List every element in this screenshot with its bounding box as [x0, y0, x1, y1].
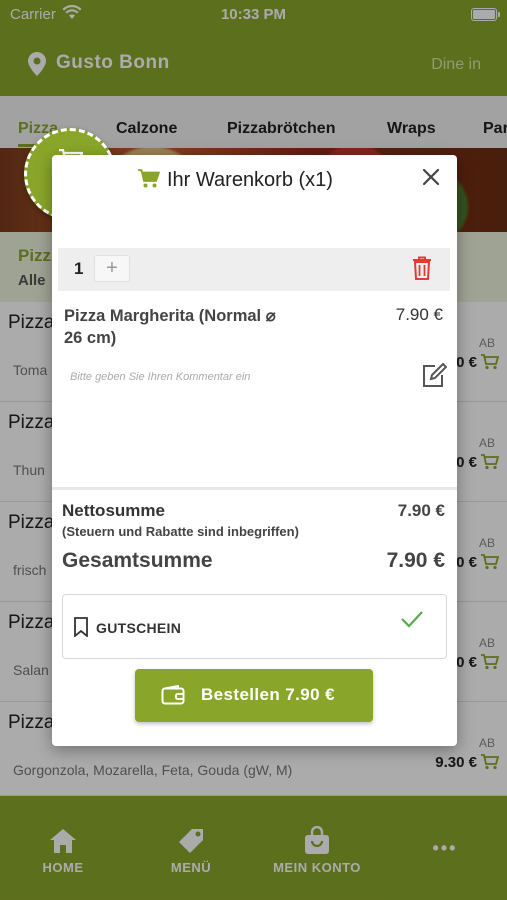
- voucher-field[interactable]: GUTSCHEIN: [62, 594, 447, 659]
- increase-quantity-button[interactable]: +: [94, 255, 130, 282]
- edit-icon[interactable]: [421, 363, 447, 389]
- net-total-note: (Steuern und Rabatte sind inbegriffen): [62, 524, 299, 539]
- net-total-label: Nettosumme: [62, 501, 165, 520]
- wallet-icon: [161, 685, 185, 705]
- quantity-value: 1: [74, 259, 84, 278]
- cart-icon: [138, 169, 160, 188]
- net-total-value: 7.90 €: [397, 501, 445, 520]
- comment-input[interactable]: Bitte geben Sie Ihren Kommentar ein: [70, 371, 250, 383]
- voucher-label: GUTSCHEIN: [96, 620, 182, 636]
- grand-total-label: Gesamtsumme: [62, 549, 213, 572]
- quantity-bar: 1 +: [58, 248, 450, 291]
- order-button[interactable]: Bestellen 7.90 €: [135, 669, 373, 722]
- cart-title: Ihr Warenkorb (x1): [167, 169, 333, 191]
- cart-modal-header: Ihr Warenkorb (x1): [52, 155, 457, 249]
- trash-icon[interactable]: [412, 256, 432, 280]
- check-icon[interactable]: [400, 609, 424, 629]
- order-button-label: Bestellen 7.90 €: [201, 685, 335, 704]
- cart-item-name: Pizza Margherita (Normal ⌀ 26 cm): [64, 307, 276, 347]
- close-icon[interactable]: [419, 165, 443, 189]
- cart-modal: Ihr Warenkorb (x1) 1 + Pizza Margherita …: [52, 155, 457, 746]
- bookmark-icon: [74, 617, 88, 637]
- grand-total-value: 7.90 €: [386, 549, 445, 572]
- cart-item-price: 7.90 €: [395, 305, 443, 324]
- divider: [52, 487, 457, 490]
